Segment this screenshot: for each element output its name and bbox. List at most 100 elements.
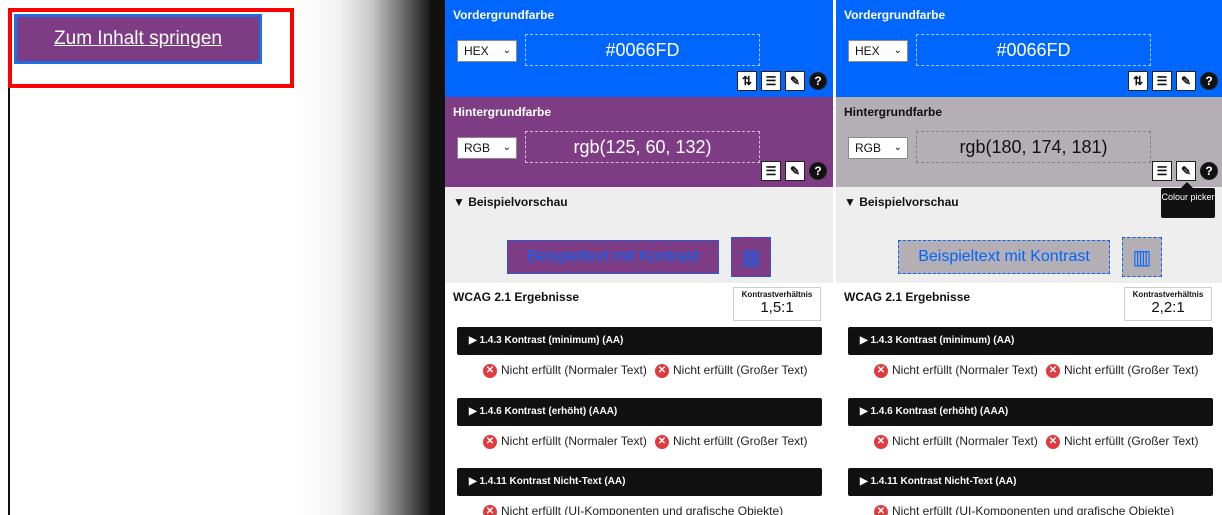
result-normal-text: ✕ Nicht erfüllt (Normaler Text) (483, 363, 648, 378)
colour-picker-tooltip: Colour picker (1161, 182, 1215, 218)
wcag-results-title: WCAG 2.1 Ergebnisse (453, 290, 580, 304)
background-value-input[interactable]: rgb(125, 60, 132) (525, 131, 760, 163)
result-label: Nicht erfüllt (UI-Komponenten und grafis… (892, 504, 1175, 515)
x-circle-icon: ✕ (483, 364, 497, 378)
background-title: Hintergrundfarbe (453, 105, 552, 119)
foreground-title: Vordergrundfarbe (453, 8, 555, 22)
background-toolbar: ☰ ✎ ? (1152, 161, 1218, 181)
eyedropper-icon[interactable]: ✎ (1176, 71, 1196, 91)
result-label: Nicht erfüllt (Großer Text) (673, 363, 808, 377)
result-label: Nicht erfüllt (Normaler Text) (501, 434, 647, 448)
sliders-icon[interactable]: ☰ (1152, 71, 1172, 91)
background-format-value: RGB (855, 141, 882, 155)
chevron-down-icon: ⌄ (502, 45, 511, 56)
help-icon[interactable]: ? (1200, 72, 1218, 90)
x-circle-icon: ✕ (483, 435, 497, 449)
contrast-ratio-label: Kontrastverhältnis (1132, 290, 1204, 299)
skip-to-content-link[interactable]: Zum Inhalt springen (14, 14, 262, 64)
foreground-toolbar: ⇅ ☰ ✎ ? (1128, 71, 1218, 91)
background-color-block: Hintergrundfarbe RGB ⌄ rgb(180, 174, 181… (836, 97, 1222, 187)
foreground-value-input[interactable]: #0066FD (916, 34, 1151, 66)
wcag-results-title: WCAG 2.1 Ergebnisse (844, 290, 971, 304)
result-non-text: ✕ Nicht erfüllt (UI-Komponenten und graf… (483, 505, 828, 515)
help-icon[interactable]: ? (1200, 162, 1218, 180)
sample-text: Beispieltext mit Kontrast (507, 240, 719, 274)
screen: Zum Inhalt springen Vordergrundfarbe HEX… (0, 0, 1222, 515)
x-circle-icon: ✕ (655, 364, 669, 378)
chevron-down-icon: ⌄ (893, 142, 902, 153)
divider-line (8, 88, 10, 515)
contrast-ratio-label: Kontrastverhältnis (741, 290, 813, 299)
result-large-text: ✕ Nicht erfüllt (Großer Text) (655, 363, 830, 378)
x-circle-icon: ✕ (874, 364, 888, 378)
panel-gap (430, 0, 445, 515)
result-normal-text: ✕ Nicht erfüllt (Normaler Text) (874, 363, 1039, 378)
foreground-format-value: HEX (855, 44, 880, 58)
contrast-ratio-value: 1,5:1 (760, 299, 794, 316)
contrast-panel-2: Vordergrundfarbe HEX ⌄ #0066FD ⇅ ☰ ✎ ? H… (836, 0, 1222, 515)
contrast-ratio-box: Kontrastverhältnis 2,2:1 (1124, 287, 1212, 321)
sample-preview-toggle[interactable]: ▼ Beispielvorschau (844, 195, 959, 209)
chart-icon: ▥ (731, 237, 771, 277)
result-large-text: ✕ Nicht erfüllt (Großer Text) (1046, 364, 1221, 378)
foreground-color-block: Vordergrundfarbe HEX ⌄ #0066FD ⇅ ☰ ✎ ? (836, 0, 1222, 97)
eyedropper-icon[interactable]: ✎ (785, 161, 805, 181)
criterion-1-4-6-toggle[interactable]: ▶ 1.4.6 Kontrast (erhöht) (AAA) (457, 398, 822, 426)
result-normal-text: ✕ Nicht erfüllt (Normaler Text) (874, 434, 1039, 449)
result-label: Nicht erfüllt (Normaler Text) (892, 434, 1038, 448)
result-label: Nicht erfüllt (Normaler Text) (501, 363, 647, 377)
result-label: Nicht erfüllt (UI-Komponenten und grafis… (501, 504, 784, 515)
chevron-down-icon: ⌄ (502, 142, 511, 153)
foreground-toolbar: ⇅ ☰ ✎ ? (737, 71, 827, 91)
x-circle-icon: ✕ (1046, 364, 1060, 378)
help-icon[interactable]: ? (809, 162, 827, 180)
x-circle-icon: ✕ (483, 505, 497, 515)
foreground-format-select[interactable]: HEX ⌄ (457, 40, 517, 62)
foreground-title: Vordergrundfarbe (844, 8, 946, 22)
sliders-icon[interactable]: ☰ (761, 161, 781, 181)
chevron-down-icon: ⌄ (893, 45, 902, 56)
result-label: Nicht erfüllt (Großer Text) (673, 434, 808, 448)
x-circle-icon: ✕ (1046, 435, 1060, 449)
criterion-1-4-3-toggle[interactable]: ▶ 1.4.3 Kontrast (minimum) (AA) (848, 327, 1213, 355)
background-format-value: RGB (464, 141, 491, 155)
result-large-text: ✕ Nicht erfüllt (Großer Text) (1046, 434, 1221, 449)
x-circle-icon: ✕ (874, 435, 888, 449)
sample-text: Beispieltext mit Kontrast (898, 240, 1110, 274)
page-gradient (300, 0, 430, 515)
sliders-icon[interactable]: ☰ (1152, 161, 1172, 181)
contrast-panel-1: Vordergrundfarbe HEX ⌄ #0066FD ⇅ ☰ ✎ ? H… (445, 0, 835, 515)
result-normal-text: ✕ Nicht erfüllt (Normaler Text) (483, 434, 648, 449)
foreground-format-select[interactable]: HEX ⌄ (848, 40, 908, 62)
criterion-1-4-11-toggle[interactable]: ▶ 1.4.11 Kontrast Nicht-Text (AA) (848, 468, 1213, 496)
contrast-ratio-box: Kontrastverhältnis 1,5:1 (733, 287, 821, 321)
eyedropper-icon[interactable]: ✎ (1176, 161, 1196, 181)
x-circle-icon: ✕ (655, 435, 669, 449)
background-color-block: Hintergrundfarbe RGB ⌄ rgb(125, 60, 132)… (445, 97, 835, 187)
contrast-ratio-value: 2,2:1 (1151, 299, 1185, 316)
help-icon[interactable]: ? (809, 72, 827, 90)
background-title: Hintergrundfarbe (844, 105, 943, 119)
sliders-icon[interactable]: ☰ (761, 71, 781, 91)
result-non-text: ✕ Nicht erfüllt (UI-Komponenten und graf… (874, 505, 1219, 515)
criterion-1-4-3-toggle[interactable]: ▶ 1.4.3 Kontrast (minimum) (AA) (457, 327, 822, 355)
swap-icon[interactable]: ⇅ (1128, 71, 1148, 91)
criterion-1-4-11-toggle[interactable]: ▶ 1.4.11 Kontrast Nicht-Text (AA) (457, 468, 822, 496)
result-large-text: ✕ Nicht erfüllt (Großer Text) (655, 434, 830, 449)
chart-icon: ▥ (1122, 237, 1162, 277)
background-format-select[interactable]: RGB ⌄ (848, 137, 908, 159)
foreground-format-value: HEX (464, 44, 489, 58)
swap-icon[interactable]: ⇅ (737, 71, 757, 91)
background-format-select[interactable]: RGB ⌄ (457, 137, 517, 159)
criterion-1-4-6-toggle[interactable]: ▶ 1.4.6 Kontrast (erhöht) (AAA) (848, 398, 1213, 426)
background-toolbar: ☰ ✎ ? (761, 161, 827, 181)
foreground-value-input[interactable]: #0066FD (525, 34, 760, 66)
sample-preview-toggle[interactable]: ▼ Beispielvorschau (453, 195, 568, 209)
foreground-color-block: Vordergrundfarbe HEX ⌄ #0066FD ⇅ ☰ ✎ ? (445, 0, 835, 97)
x-circle-icon: ✕ (874, 505, 888, 515)
sample-preview: ▼ Beispielvorschau Beispieltext mit Kont… (445, 187, 835, 283)
background-value-input[interactable]: rgb(180, 174, 181) (916, 131, 1151, 163)
result-label: Nicht erfüllt (Normaler Text) (892, 363, 1038, 377)
result-label: Nicht erfüllt (Großer Text) (1064, 434, 1199, 448)
eyedropper-icon[interactable]: ✎ (785, 71, 805, 91)
